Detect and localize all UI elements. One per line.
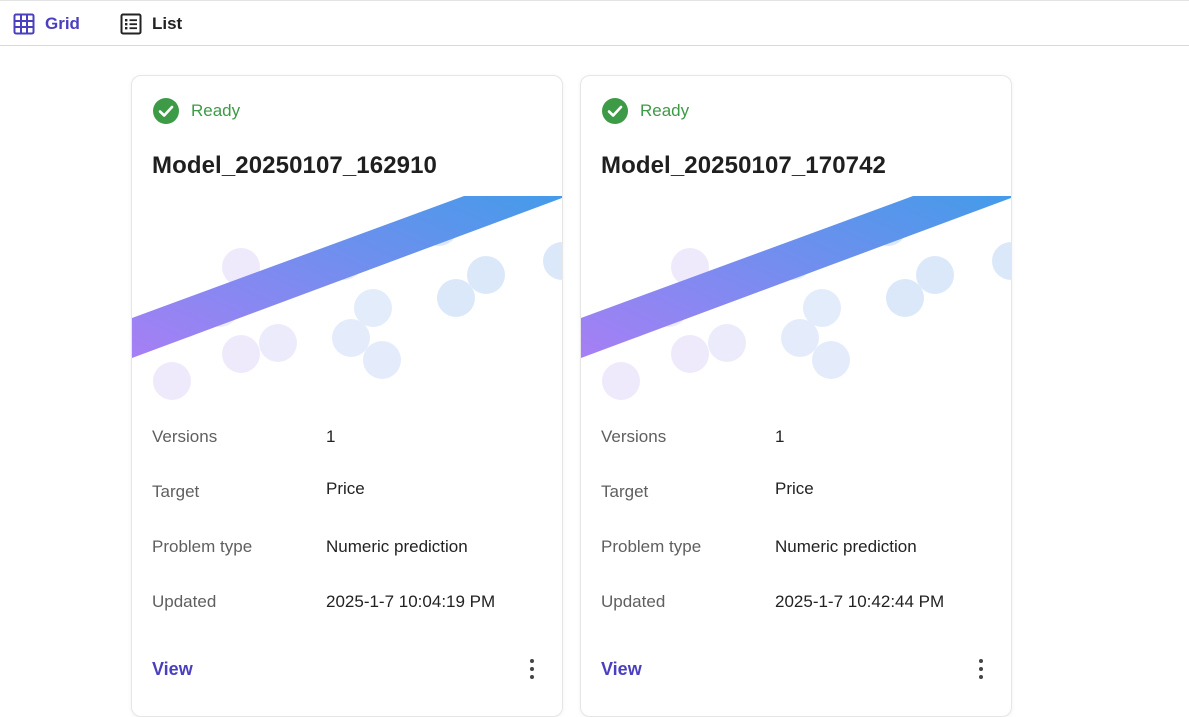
view-link[interactable]: View: [601, 659, 642, 680]
model-title: Model_20250107_162910: [152, 152, 437, 179]
more-dot: [979, 667, 983, 671]
updated-value: 2025-1-7 10:04:19 PM: [326, 592, 496, 611]
status-badge: Ready: [602, 98, 689, 124]
status-label: Ready: [640, 101, 690, 120]
view-toolbar: Grid List: [0, 0, 1189, 46]
model-illustration: [132, 196, 562, 400]
updated-label: Updated: [152, 592, 217, 611]
grid-view-label: Grid: [45, 14, 80, 33]
problem-type-label: Problem type: [152, 537, 253, 556]
target-label: Target: [601, 482, 649, 501]
status-badge: Ready: [153, 98, 240, 124]
model-card[interactable]: Ready Model_20250107_170742 Versions 1 T…: [580, 75, 1012, 717]
versions-label: Versions: [601, 427, 667, 446]
model-illustration: [581, 196, 1011, 400]
model-title: Model_20250107_170742: [601, 152, 886, 179]
versions-value: 1: [775, 427, 785, 446]
more-dot: [530, 667, 534, 671]
more-dot: [979, 675, 983, 679]
more-options-button[interactable]: [522, 656, 542, 682]
target-value: Price: [326, 479, 365, 498]
versions-label: Versions: [152, 427, 218, 446]
target-label: Target: [152, 482, 200, 501]
updated-value: 2025-1-7 10:42:44 PM: [775, 592, 945, 611]
more-dot: [530, 675, 534, 679]
list-view-toggle[interactable]: List: [120, 11, 182, 37]
list-view-label: List: [152, 14, 183, 33]
more-options-button[interactable]: [971, 656, 991, 682]
problem-type-label: Problem type: [601, 537, 702, 556]
target-value: Price: [775, 479, 814, 498]
status-label: Ready: [191, 101, 241, 120]
versions-value: 1: [326, 427, 336, 446]
model-card[interactable]: Ready Model_20250107_162910 Versions 1 T…: [131, 75, 563, 717]
view-link[interactable]: View: [152, 659, 193, 680]
grid-view-toggle[interactable]: Grid: [13, 11, 80, 37]
list-icon: [120, 13, 142, 35]
problem-type-value: Numeric prediction: [326, 537, 468, 556]
grid-icon: [13, 13, 35, 35]
problem-type-value: Numeric prediction: [775, 537, 917, 556]
more-vertical-icon: [979, 659, 983, 663]
check-circle-icon: [602, 98, 628, 124]
more-vertical-icon: [530, 659, 534, 663]
check-circle-icon: [153, 98, 179, 124]
updated-label: Updated: [601, 592, 666, 611]
